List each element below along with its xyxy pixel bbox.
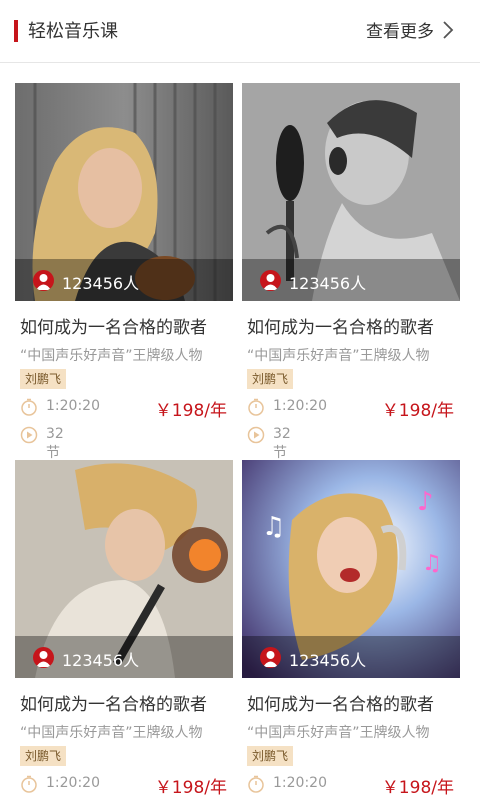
teacher-tag: 刘鹏飞	[20, 369, 67, 389]
accent-bar	[14, 20, 18, 42]
course-price: ￥198/年	[154, 778, 227, 798]
course-subtitle: “中国声乐好声音”王牌级人物	[20, 348, 203, 364]
teacher-tag: 刘鹏飞	[247, 746, 294, 766]
learner-count: 123456人	[62, 274, 140, 293]
lesson-count: 32节	[273, 426, 291, 461]
course-thumbnail[interactable]: 123456人	[15, 83, 233, 301]
view-more-link[interactable]: 查看更多	[366, 17, 434, 42]
learner-count: 123456人	[289, 651, 367, 670]
course-thumbnail[interactable]: ♫ ♪ ♫ 123456人	[242, 460, 460, 678]
learners-overlay: 123456人	[15, 259, 233, 301]
teacher-tag: 刘鹏飞	[20, 746, 67, 766]
stopwatch-icon	[21, 398, 37, 416]
course-subtitle: “中国声乐好声音”王牌级人物	[247, 348, 430, 364]
svg-text:♫: ♫	[262, 512, 285, 542]
course-thumbnail[interactable]: 123456人	[242, 83, 460, 301]
user-icon	[33, 647, 54, 668]
teacher-tag: 刘鹏飞	[247, 369, 294, 389]
course-meta: 1:20:20 ￥198/年	[20, 774, 230, 798]
play-circle-icon	[247, 426, 265, 444]
svg-text:♪: ♪	[417, 487, 434, 517]
course-thumbnail[interactable]: 123456人	[15, 460, 233, 678]
course-meta: 1:20:20 ￥198/年	[247, 397, 457, 421]
course-duration: 1:20:20	[273, 775, 327, 791]
course-duration: 1:20:20	[46, 775, 100, 791]
course-price: ￥198/年	[381, 401, 454, 421]
course-title[interactable]: 如何成为一名合格的歌者	[247, 313, 434, 338]
stopwatch-icon	[21, 775, 37, 793]
section-header: 轻松音乐课 查看更多	[0, 0, 480, 63]
course-subtitle: “中国声乐好声音”王牌级人物	[247, 725, 430, 741]
learner-count: 123456人	[289, 274, 367, 293]
section-title: 轻松音乐课	[28, 21, 118, 42]
course-title[interactable]: 如何成为一名合格的歌者	[20, 690, 207, 715]
play-circle-icon	[20, 426, 38, 444]
learners-overlay: 123456人	[242, 259, 460, 301]
user-icon	[33, 270, 54, 291]
user-icon	[260, 647, 281, 668]
user-icon	[260, 270, 281, 291]
course-price: ￥198/年	[381, 778, 454, 798]
course-meta: 1:20:20 ￥198/年	[247, 774, 457, 798]
course-title[interactable]: 如何成为一名合格的歌者	[247, 690, 434, 715]
stopwatch-icon	[248, 775, 264, 793]
course-price: ￥198/年	[154, 401, 227, 421]
course-meta: 1:20:20 ￥198/年	[20, 397, 230, 421]
learner-count: 123456人	[62, 651, 140, 670]
learners-overlay: 123456人	[242, 636, 460, 678]
svg-text:♫: ♫	[422, 551, 442, 576]
chevron-right-icon[interactable]	[438, 20, 458, 40]
course-subtitle: “中国声乐好声音”王牌级人物	[20, 725, 203, 741]
course-duration: 1:20:20	[273, 398, 327, 414]
lesson-count: 32节	[46, 426, 64, 461]
course-duration: 1:20:20	[46, 398, 100, 414]
learners-overlay: 123456人	[15, 636, 233, 678]
stopwatch-icon	[248, 398, 264, 416]
course-title[interactable]: 如何成为一名合格的歌者	[20, 313, 207, 338]
